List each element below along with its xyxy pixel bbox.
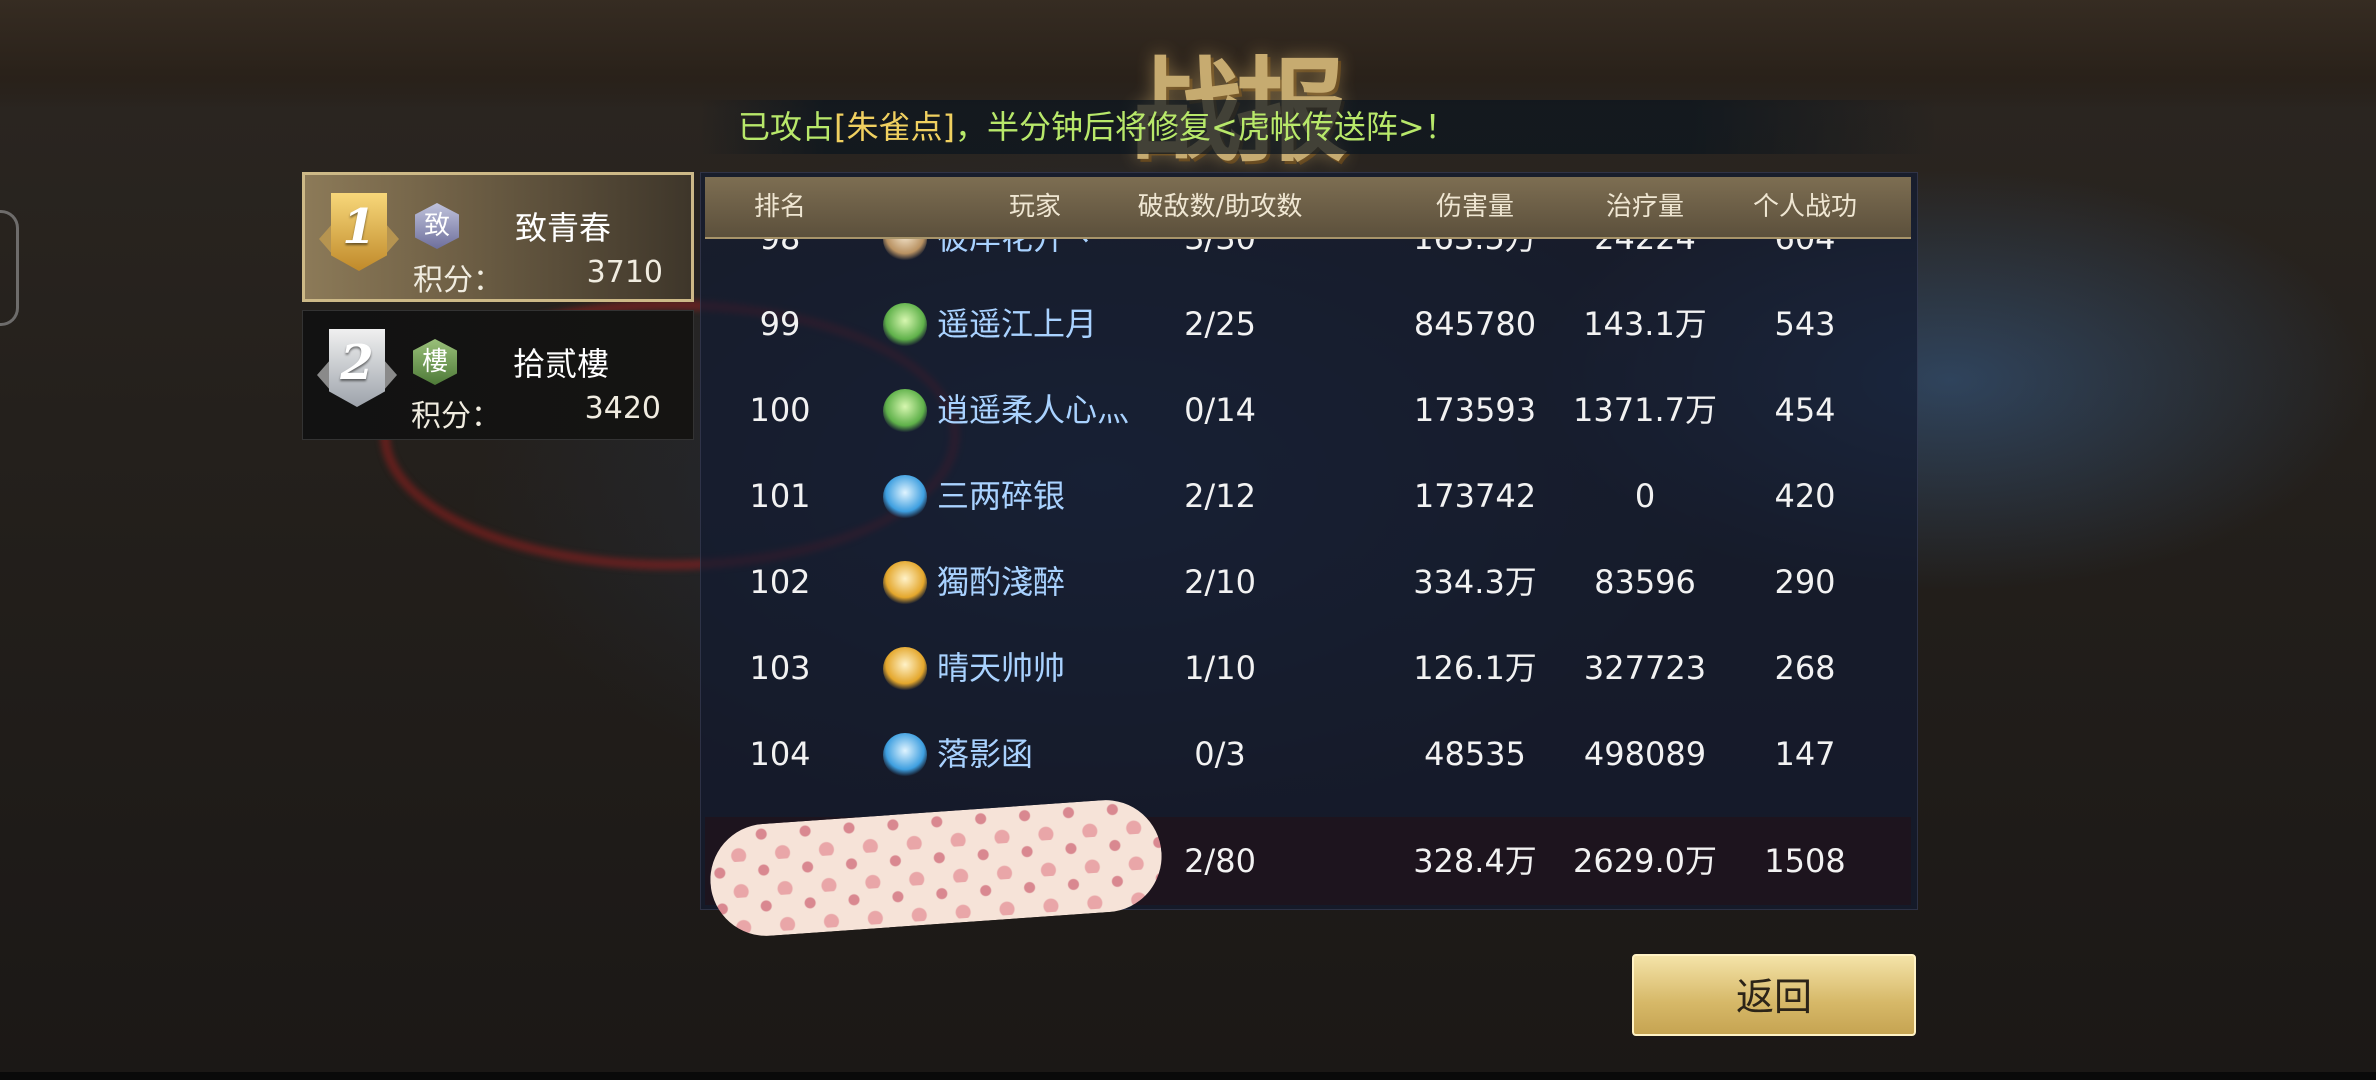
header-rank: 排名 bbox=[753, 192, 806, 222]
notice-prefix: 已攻占 bbox=[738, 108, 835, 146]
team-score: 3420 bbox=[584, 391, 661, 426]
team-rank-1[interactable]: 1 致 致青春 积分： 3710 bbox=[302, 172, 694, 302]
row-merit: 290 bbox=[1774, 563, 1836, 601]
row-kills: 2/25 bbox=[1184, 305, 1256, 343]
row-kills: 1/10 bbox=[1184, 649, 1256, 687]
team-rank-2[interactable]: 2 樓 拾贰樓 积分： 3420 bbox=[302, 310, 694, 440]
row-rank: 99 bbox=[759, 305, 801, 343]
row-rank: 103 bbox=[749, 649, 811, 687]
table-row[interactable]: 99 遥遥江上月 2/25 845780 143.1万 543 bbox=[705, 281, 1911, 367]
notice-target: <虎帐传送阵> bbox=[1211, 108, 1425, 146]
player-stats-panel: 排名 玩家 破敌数/助攻数 伤害量 治疗量 个人战功 98 彼岸花开丶 3/30… bbox=[700, 172, 1918, 910]
back-button[interactable]: 返回 bbox=[1632, 954, 1916, 1036]
team-rank-number: 2 bbox=[340, 335, 374, 391]
team-name: 拾贰樓 bbox=[513, 345, 610, 383]
notice-middle: ，半分钟后将修复 bbox=[955, 108, 1212, 146]
player-list-scroll[interactable]: 98 彼岸花开丶 3/30 163.5万 24224 604 99 遥遥江上月 … bbox=[701, 239, 1917, 813]
team-name: 致青春 bbox=[515, 209, 612, 247]
table-row[interactable]: 104 落影函 0/3 48535 498089 147 bbox=[705, 711, 1911, 797]
row-kills: 0/3 bbox=[1194, 735, 1246, 773]
guild-emblem-icon: 致 bbox=[415, 203, 459, 249]
table-row[interactable]: 100 逍遥柔人心灬 0/14 173593 1371.7万 454 bbox=[705, 367, 1911, 453]
row-kills: 2/12 bbox=[1184, 477, 1256, 515]
row-rank: 100 bbox=[749, 391, 811, 429]
team-rank-number: 1 bbox=[342, 199, 376, 255]
self-merit: 1508 bbox=[1764, 842, 1846, 880]
guild-emblem-icon: 樓 bbox=[413, 339, 457, 385]
silver-rank-badge-icon: 2 bbox=[317, 329, 397, 421]
row-merit: 147 bbox=[1774, 735, 1836, 773]
table-row[interactable]: 98 彼岸花开丶 3/30 163.5万 24224 604 bbox=[705, 239, 1911, 281]
row-rank: 101 bbox=[749, 477, 811, 515]
system-notice: 已攻占[朱雀点]，半分钟后将修复<虎帐传送阵>！ bbox=[700, 100, 1938, 154]
row-rank: 102 bbox=[749, 563, 811, 601]
table-row[interactable]: 101 三两碎银 2/12 173742 0 420 bbox=[705, 453, 1911, 539]
screen-bottom-bar bbox=[0, 1072, 2376, 1080]
table-row[interactable]: 102 獨酌淺醉 2/10 334.3万 83596 290 bbox=[705, 539, 1911, 625]
notice-suffix: ！ bbox=[1424, 108, 1457, 146]
row-merit: 604 bbox=[1705, 239, 1905, 281]
gold-rank-badge-icon: 1 bbox=[319, 193, 399, 285]
row-merit: 543 bbox=[1774, 305, 1836, 343]
row-rank: 104 bbox=[749, 735, 811, 773]
row-kills: 2/10 bbox=[1184, 563, 1256, 601]
row-rank: 98 bbox=[705, 239, 855, 281]
notice-location: [朱雀点] bbox=[834, 108, 955, 146]
team-score: 3710 bbox=[586, 255, 663, 290]
row-kills: 0/14 bbox=[1184, 391, 1256, 429]
row-merit: 268 bbox=[1774, 649, 1836, 687]
table-row[interactable]: 103 晴天帅帅 1/10 126.1万 327723 268 bbox=[705, 625, 1911, 711]
header-kills-assists: 破敌数/助攻数 bbox=[1137, 192, 1303, 222]
header-merit: 个人战功 bbox=[1752, 192, 1857, 222]
row-merit: 420 bbox=[1774, 477, 1836, 515]
side-drawer-handle[interactable] bbox=[0, 210, 19, 326]
team-score-label: 积分： bbox=[411, 399, 501, 434]
table-header: 排名 玩家 破敌数/助攻数 伤害量 治疗量 个人战功 bbox=[705, 177, 1911, 239]
team-score-label: 积分： bbox=[413, 263, 503, 298]
row-kills: 3/30 bbox=[1095, 239, 1345, 281]
row-merit: 454 bbox=[1774, 391, 1836, 429]
